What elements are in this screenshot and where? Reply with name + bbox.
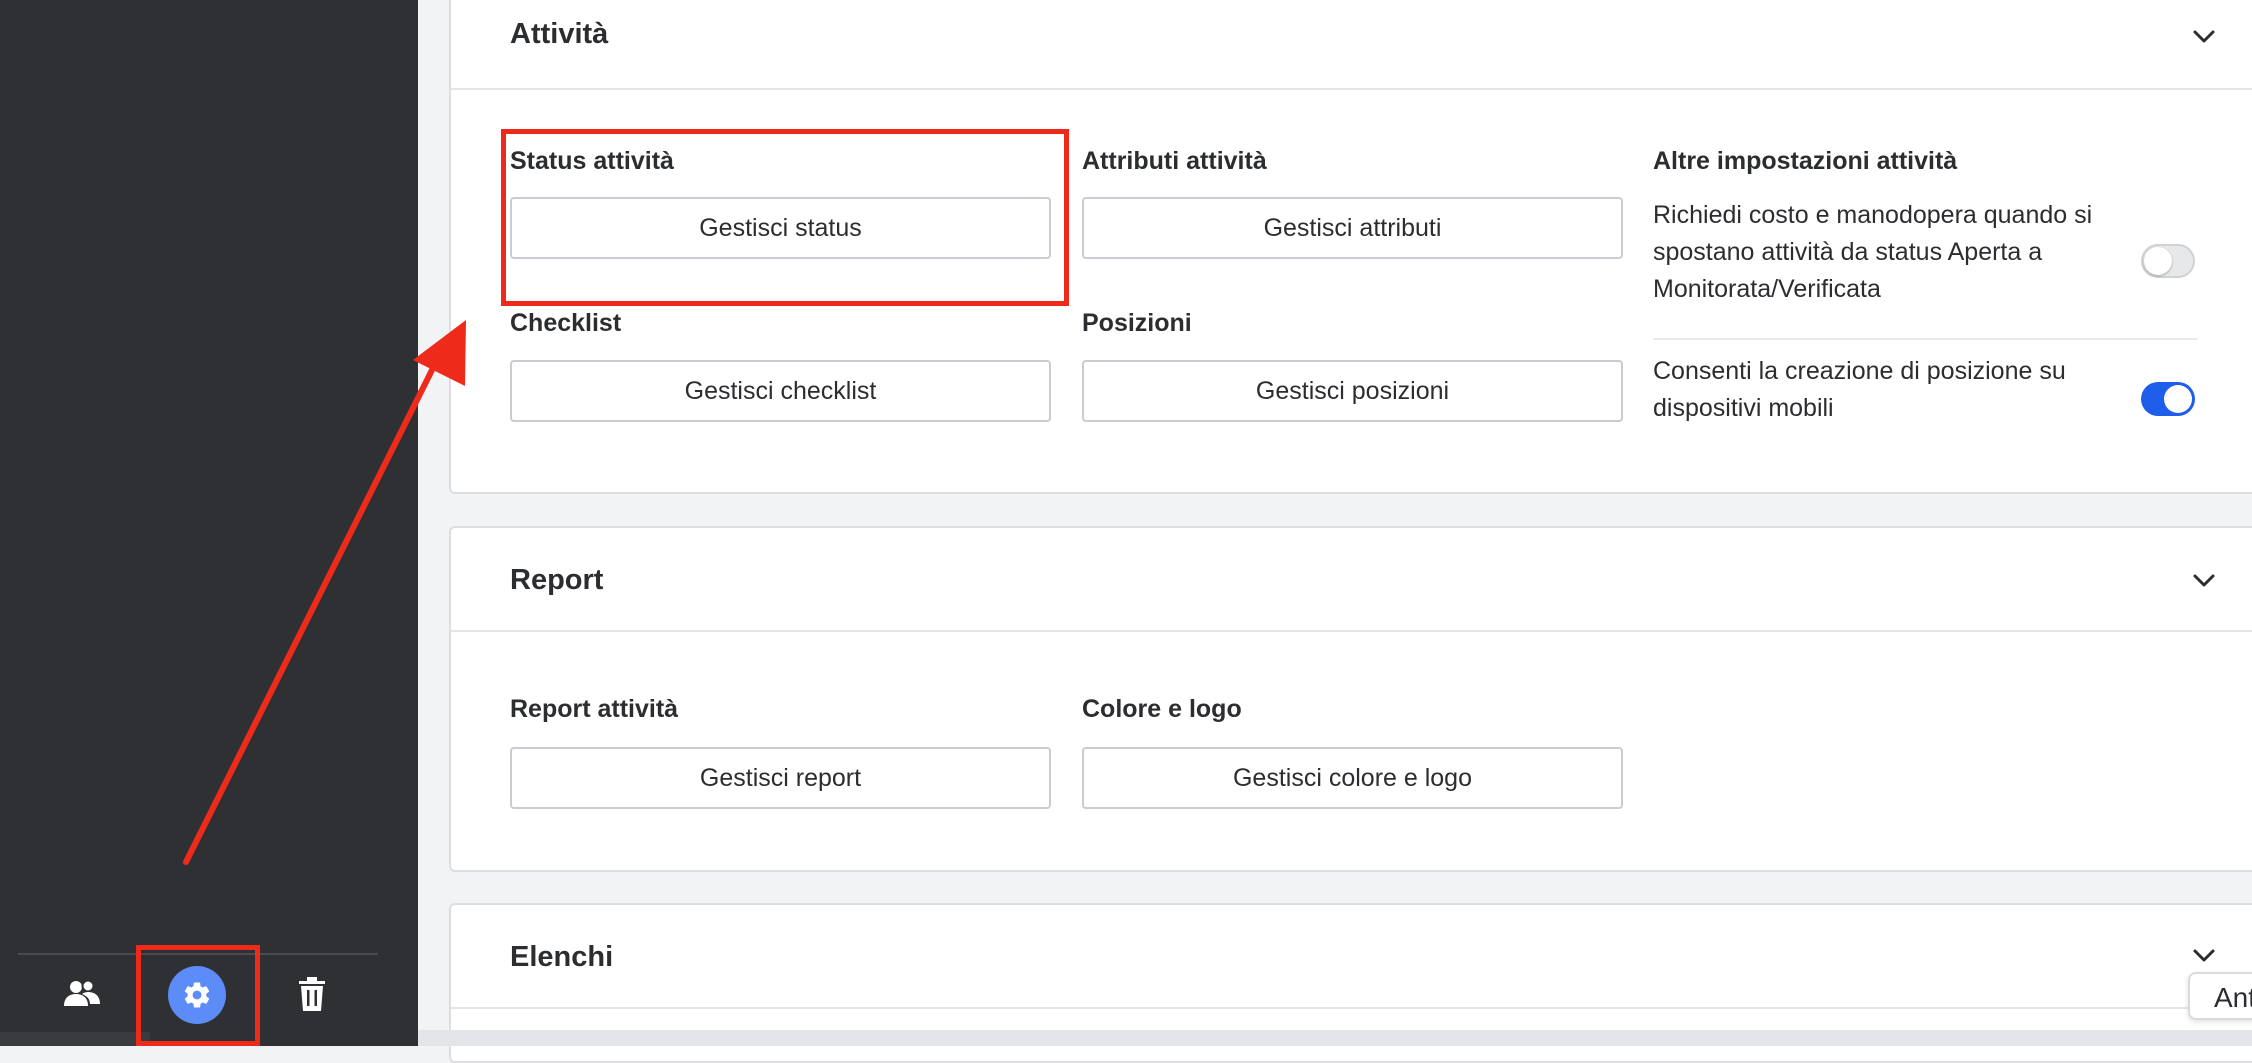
report-attivita-label: Report attività [510,695,679,723]
sidebar-bottom-strip [0,1032,420,1046]
floating-chip[interactable]: Ant [2188,972,2252,1020]
toggle-knob [2164,385,2192,413]
sidebar [0,0,420,1046]
gestisci-status-button[interactable]: Gestisci status [510,197,1051,259]
elenchi-header[interactable]: Elenchi [451,905,2252,1009]
gestisci-attributi-button[interactable]: Gestisci attributi [1082,197,1623,259]
setting-costo-toggle[interactable] [2141,244,2195,278]
attivita-header[interactable]: Attività [451,0,2252,90]
chevron-down-icon[interactable] [2191,943,2217,969]
setting-costo-text: Richiedi costo e manodopera quando si sp… [1653,201,2093,303]
gestisci-checklist-button[interactable]: Gestisci checklist [510,360,1051,422]
chevron-down-icon[interactable] [2191,568,2217,594]
elenchi-title: Elenchi [510,941,614,973]
toggle-knob [2144,247,2172,275]
settings-separator [1653,338,2197,340]
gestisci-report-button[interactable]: Gestisci report [510,747,1051,809]
report-header[interactable]: Report [451,528,2252,632]
trash-icon[interactable] [296,976,328,1012]
gestisci-posizioni-button[interactable]: Gestisci posizioni [1082,360,1623,422]
setting-posizione-toggle[interactable] [2141,382,2195,416]
status-attivita-label: Status attività [510,147,674,175]
users-icon[interactable] [62,978,102,1010]
attributi-attivita-label: Attributi attività [1082,147,1267,175]
altre-impostazioni-label: Altre impostazioni attività [1653,147,1958,175]
report-card: Report Report attività Gestisci report C… [449,526,2252,872]
settings-content: Attività Status attività Gestisci status… [418,0,2252,1063]
attivita-title: Attività [510,18,609,50]
report-title: Report [510,564,604,596]
chevron-down-icon[interactable] [2191,24,2217,50]
bottom-scrollbar-strip [418,1030,2252,1046]
setting-posizione-text: Consenti la creazione di posizione su di… [1653,357,2066,422]
settings-button[interactable] [168,966,226,1024]
colore-logo-label: Colore e logo [1082,695,1242,723]
posizioni-label: Posizioni [1082,309,1192,337]
attivita-card: Attività Status attività Gestisci status… [449,0,2252,494]
gear-icon [184,982,210,1008]
sidebar-divider [18,953,378,955]
checklist-label: Checklist [510,309,622,337]
gestisci-colore-logo-button[interactable]: Gestisci colore e logo [1082,747,1623,809]
